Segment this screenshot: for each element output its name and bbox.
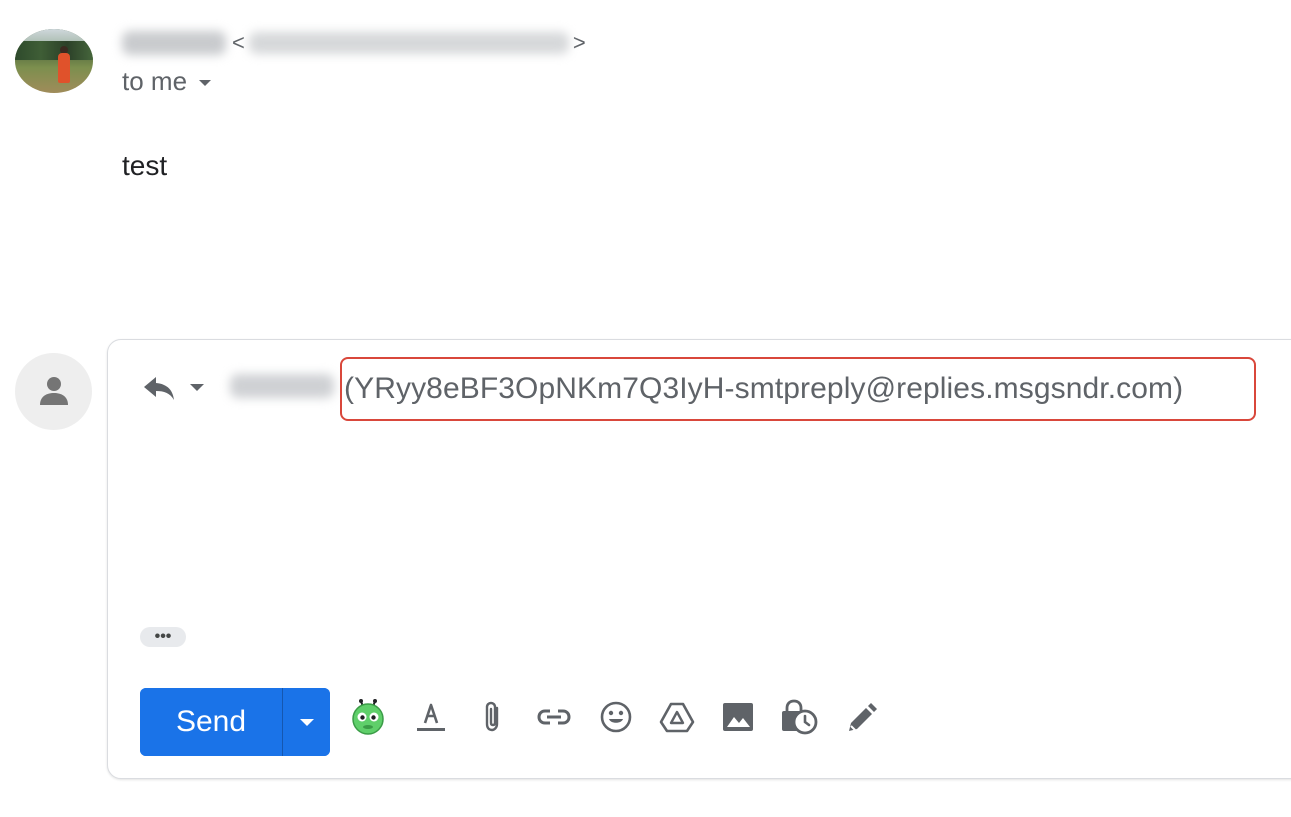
sender-name-redacted[interactable] (122, 31, 226, 55)
recipient-details-toggle[interactable]: to me (122, 66, 212, 97)
reply-type-dropdown-icon[interactable] (190, 384, 204, 391)
chevron-down-icon (299, 718, 314, 726)
sender-line: < > (122, 26, 586, 60)
reply-recipient-name-redacted[interactable] (230, 374, 334, 398)
reply-recipient-address[interactable]: (YRyy8eBF3OpNKm7Q3IyH-smtpreply@replies.… (340, 357, 1256, 421)
more-send-options-button[interactable] (282, 688, 330, 756)
recipient-label: to me (122, 66, 188, 96)
current-user-avatar[interactable] (15, 353, 92, 430)
reply-icon[interactable] (142, 373, 176, 403)
insert-emoji-icon[interactable] (596, 697, 636, 737)
person-icon (40, 377, 68, 405)
insert-link-icon[interactable] (534, 697, 574, 737)
sender-email-redacted (248, 32, 569, 54)
avatar-photo-trees (15, 40, 93, 60)
bot-extension-icon[interactable] (348, 697, 388, 737)
sender-email-open-bracket: < (232, 30, 245, 55)
send-button[interactable]: Send (140, 688, 282, 756)
sender-email-close-bracket: > (572, 30, 586, 55)
email-view: < > to me test (YRyy8eBF3OpNKm7Q3IyH-smt… (0, 0, 1291, 817)
signature-icon[interactable] (840, 697, 880, 737)
show-trimmed-content-button[interactable]: ••• (140, 627, 186, 647)
sender-avatar[interactable] (15, 29, 93, 93)
chevron-down-icon (199, 79, 212, 86)
reply-recipient-address-text: (YRyy8eBF3OpNKm7Q3IyH-smtpreply@replies.… (344, 372, 1184, 405)
insert-photo-icon[interactable] (718, 697, 758, 737)
attach-files-icon[interactable] (473, 697, 513, 737)
send-button-group: Send (140, 688, 330, 756)
formatting-options-icon[interactable] (411, 697, 451, 737)
message-body: test (122, 150, 168, 181)
google-drive-icon[interactable] (657, 697, 697, 737)
confidential-mode-icon[interactable] (779, 697, 819, 737)
avatar-photo-person (58, 53, 70, 83)
